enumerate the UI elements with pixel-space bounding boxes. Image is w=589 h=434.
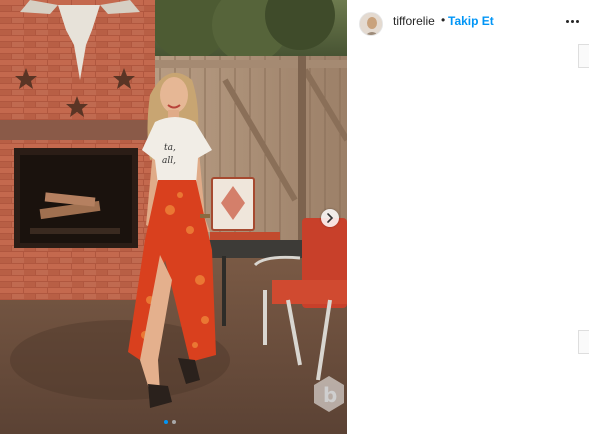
more-dot bbox=[571, 20, 574, 23]
next-slide-button[interactable] bbox=[321, 209, 339, 227]
side-panel-edge bbox=[578, 44, 589, 68]
avatar[interactable] bbox=[359, 12, 383, 36]
more-dot bbox=[566, 20, 569, 23]
post-sidebar: tifforelie • Takip Et bbox=[347, 0, 589, 434]
avatar-image bbox=[360, 13, 382, 35]
side-panel-edge bbox=[578, 330, 589, 354]
separator-dot: • bbox=[441, 13, 446, 27]
more-options-icon[interactable] bbox=[563, 13, 583, 29]
carousel-dot-active bbox=[164, 420, 168, 424]
carousel-dot bbox=[172, 420, 176, 424]
svg-text:b: b bbox=[323, 383, 337, 407]
post-modal: ta, all, b tifforelie • Takip Et bbox=[0, 0, 589, 434]
more-dot bbox=[576, 20, 579, 23]
watermark-logo-icon: b bbox=[314, 376, 344, 412]
follow-button[interactable]: Takip Et bbox=[448, 14, 494, 28]
svg-text:ta,: ta, bbox=[164, 143, 176, 153]
carousel-indicator bbox=[164, 420, 184, 426]
username-link[interactable]: tifforelie bbox=[393, 14, 435, 28]
post-photo[interactable]: ta, all, b bbox=[0, 0, 347, 434]
post-photo-image: ta, all, bbox=[0, 0, 347, 434]
post-header: tifforelie • Takip Et bbox=[347, 0, 589, 44]
svg-text:all,: all, bbox=[162, 156, 176, 166]
chevron-right-icon bbox=[327, 213, 334, 223]
